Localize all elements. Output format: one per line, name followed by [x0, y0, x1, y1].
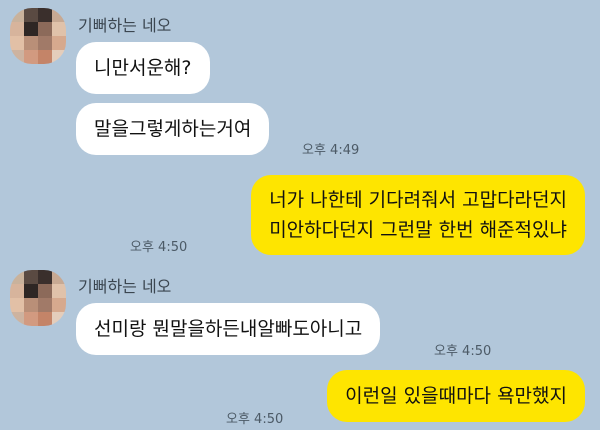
- message-text-line: 너가 나한테 기다려줘서 고맙다라던지: [269, 189, 567, 211]
- message-text: 이런일 있을때마다 욕만했지: [345, 385, 567, 407]
- sender-name: 기뻐하는 네오: [78, 277, 172, 296]
- outgoing-message-bubble[interactable]: 이런일 있을때마다 욕만했지: [327, 370, 585, 422]
- message-timestamp: 오후 4:50: [434, 344, 492, 359]
- incoming-message-bubble[interactable]: 말을그렇게하는거여: [76, 103, 270, 155]
- sender-avatar[interactable]: [10, 270, 66, 326]
- sender-name: 기뻐하는 네오: [78, 16, 172, 35]
- message-text: 니만서운해?: [94, 57, 192, 79]
- chat-room: 기뻐하는 네오 니만서운해? 말을그렇게하는거여 오후 4:49 너가 나한테 …: [0, 0, 600, 430]
- outgoing-message-bubble[interactable]: 너가 나한테 기다려줘서 고맙다라던지 미안하다던지 그런말 한번 해준적있냐: [251, 175, 585, 255]
- message-timestamp: 오후 4:49: [302, 143, 360, 158]
- message-timestamp: 오후 4:50: [226, 412, 284, 427]
- incoming-message-bubble[interactable]: 니만서운해?: [76, 42, 210, 94]
- message-text: 말을그렇게하는거여: [94, 118, 252, 140]
- message-timestamp: 오후 4:50: [130, 240, 188, 255]
- sender-avatar[interactable]: [10, 8, 66, 64]
- incoming-message-bubble[interactable]: 선미랑 뭔말을하든내알빠도아니고: [76, 303, 381, 355]
- message-text-line: 미안하다던지 그런말 한번 해준적있냐: [269, 219, 567, 241]
- message-text: 선미랑 뭔말을하든내알빠도아니고: [94, 318, 363, 340]
